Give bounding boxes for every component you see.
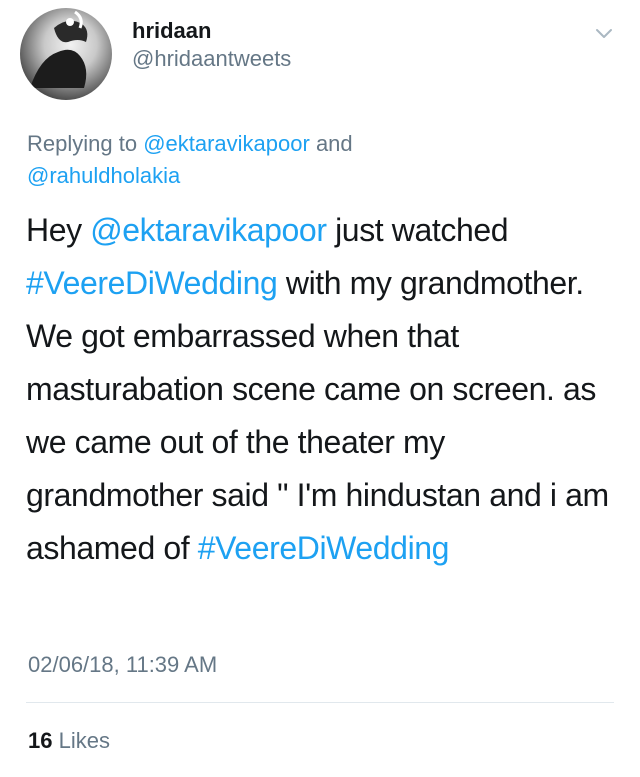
reply-context: Replying to @ektaravikapoor and @rahuldh… xyxy=(27,128,587,192)
tweet-text-part: Hey xyxy=(26,212,91,248)
chevron-down-icon[interactable] xyxy=(593,22,615,44)
reply-prefix: Replying to xyxy=(27,131,144,156)
likes-label: Likes xyxy=(52,728,110,753)
reply-mention-rahuldholakia[interactable]: @rahuldholakia xyxy=(27,163,180,188)
divider xyxy=(26,702,614,703)
likes-count: 16 xyxy=(28,728,53,753)
hashtag-veerediwedding[interactable]: #VeereDiWedding xyxy=(26,265,278,301)
hashtag-veerediwedding[interactable]: #VeereDiWedding xyxy=(198,530,450,566)
avatar[interactable] xyxy=(20,8,112,100)
tweet-text: Hey @ektaravikapoor just watched #VeereD… xyxy=(26,204,626,575)
tweet-text-part: with my grandmother. We got embarrassed … xyxy=(26,265,609,566)
avatar-image xyxy=(30,10,88,88)
tweet-timestamp: 02/06/18, 11:39 AM xyxy=(28,652,218,677)
reply-mention-ektaravikapoor[interactable]: @ektaravikapoor xyxy=(143,131,310,156)
reply-joiner: and xyxy=(309,131,353,156)
likes-stat[interactable]: 16 Likes xyxy=(28,728,110,754)
user-handle[interactable]: @hridaantweets xyxy=(132,46,291,72)
user-name[interactable]: hridaan xyxy=(132,18,211,44)
tweet-mention-ektaravikapoor[interactable]: @ektaravikapoor xyxy=(90,212,327,248)
tweet-text-part: just watched xyxy=(326,212,509,248)
